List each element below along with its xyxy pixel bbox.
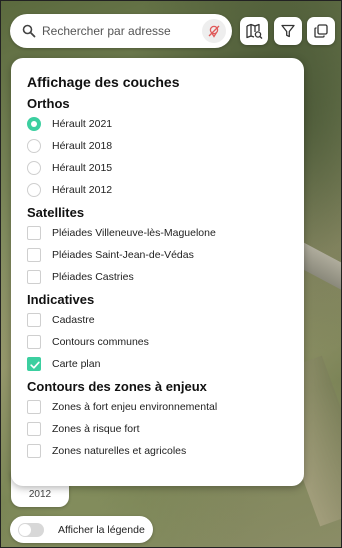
option-label: Hérault 2021 — [52, 118, 113, 130]
year-card-label: 2012 — [28, 489, 52, 500]
search-placeholder[interactable]: Rechercher par adresse — [42, 24, 171, 38]
checkbox-contours-communes[interactable] — [27, 335, 41, 349]
option-label: Hérault 2012 — [52, 184, 113, 196]
option-herault-2015[interactable]: Hérault 2015 — [27, 157, 288, 179]
map-search-icon — [246, 23, 263, 39]
search-icon — [22, 24, 36, 38]
filter-button[interactable] — [274, 17, 302, 45]
section-title-contours: Contours des zones à enjeux — [27, 379, 207, 394]
option-pleiades-villeneuve[interactable]: Pléiades Villeneuve-lès-Maguelone — [27, 222, 288, 244]
option-pleiades-castries[interactable]: Pléiades Castries — [27, 266, 288, 288]
option-zones-fort-enjeu[interactable]: Zones à fort enjeu environnemental — [27, 396, 288, 418]
map-search-button[interactable] — [240, 17, 268, 45]
checkbox-cadastre[interactable] — [27, 313, 41, 327]
option-label: Hérault 2015 — [52, 162, 113, 174]
location-off-button[interactable] — [202, 19, 226, 43]
checkmark-icon — [30, 361, 40, 369]
layers-button[interactable] — [307, 17, 335, 45]
option-label: Zones à risque fort — [52, 423, 140, 435]
section-title-orthos: Orthos — [27, 96, 70, 111]
radio-herault-2021[interactable] — [27, 117, 41, 131]
checkbox-carte-plan[interactable] — [27, 357, 41, 371]
option-label: Zones naturelles et agricoles — [52, 445, 187, 457]
option-contours-communes[interactable]: Contours communes — [27, 331, 288, 353]
checkbox-zones-risque-fort[interactable] — [27, 422, 41, 436]
option-herault-2021[interactable]: Hérault 2021 — [27, 113, 288, 135]
option-herault-2012[interactable]: Hérault 2012 — [27, 179, 288, 201]
legend-toggle-switch[interactable] — [18, 522, 44, 537]
option-label: Contours communes — [52, 336, 149, 348]
option-label: Zones à fort enjeu environnemental — [52, 401, 218, 413]
location-off-icon — [208, 25, 220, 38]
legend-toggle-label: Afficher la légende — [58, 523, 145, 536]
option-zones-naturelles[interactable]: Zones naturelles et agricoles — [27, 440, 288, 462]
filter-icon — [281, 24, 295, 38]
option-label: Pléiades Castries — [52, 271, 134, 283]
option-label: Pléiades Villeneuve-lès-Maguelone — [52, 227, 216, 239]
option-pleiades-saint-jean[interactable]: Pléiades Saint-Jean-de-Védas — [27, 244, 288, 266]
radio-herault-2015[interactable] — [27, 161, 41, 175]
checkbox-zones-fort-enjeu[interactable] — [27, 400, 41, 414]
radio-herault-2018[interactable] — [27, 139, 41, 153]
radio-herault-2012[interactable] — [27, 183, 41, 197]
option-label: Cadastre — [52, 314, 95, 326]
option-herault-2018[interactable]: Hérault 2018 — [27, 135, 288, 157]
option-label: Hérault 2018 — [52, 140, 113, 152]
layers-panel: Affichage des couches Orthos Hérault 202… — [11, 58, 304, 486]
option-label: Carte plan — [52, 358, 101, 370]
panel-title: Affichage des couches — [27, 74, 180, 90]
option-label: Pléiades Saint-Jean-de-Védas — [52, 249, 194, 261]
option-carte-plan[interactable]: Carte plan — [27, 353, 288, 375]
section-title-indicatives: Indicatives — [27, 292, 95, 307]
checkbox-pleiades-castries[interactable] — [27, 270, 41, 284]
option-zones-risque-fort[interactable]: Zones à risque fort — [27, 418, 288, 440]
legend-toggle-pill[interactable]: Afficher la légende — [10, 516, 153, 543]
option-cadastre[interactable]: Cadastre — [27, 309, 288, 331]
checkbox-pleiades-villeneuve[interactable] — [27, 226, 41, 240]
checkbox-pleiades-saint-jean[interactable] — [27, 248, 41, 262]
app-frame: Rechercher par adresse 2012 Affichage de… — [0, 0, 342, 548]
layers-icon — [314, 24, 328, 38]
search-bar[interactable]: Rechercher par adresse — [10, 14, 232, 48]
checkbox-zones-naturelles[interactable] — [27, 444, 41, 458]
section-title-satellites: Satellites — [27, 205, 85, 220]
